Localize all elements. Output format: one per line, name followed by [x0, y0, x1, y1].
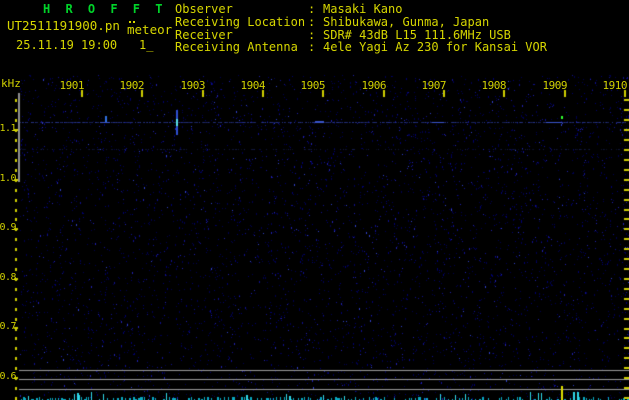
time-tick-label: 1907: [421, 79, 447, 92]
freq-tick-label: 0.8: [0, 272, 17, 283]
field-separator: :: [308, 40, 316, 55]
freq-axis-caption: kHz: [1, 77, 21, 90]
field-label: Receiving Antenna: [175, 40, 298, 55]
time-tick-label: 1905: [300, 79, 326, 92]
time-tick-label: 1910: [602, 79, 628, 92]
time-tick-label: 1909: [542, 79, 568, 92]
time-tick-label: 1906: [361, 79, 387, 92]
freq-tick-label: 0.6: [0, 371, 17, 382]
app-title: H R O F F T: [43, 2, 167, 16]
time-tick-label: 1901: [59, 79, 85, 92]
field-separator: :: [308, 14, 316, 29]
field-label: Receiving Location: [175, 14, 306, 29]
spectrogram-canvas: [0, 0, 629, 400]
freq-tick-label: 1.1: [0, 123, 17, 134]
time-tick-label: 1908: [481, 79, 507, 92]
count-label: 1_: [139, 38, 154, 52]
time-tick-label: 1904: [240, 79, 266, 92]
time-tick-label: 1903: [180, 79, 206, 92]
station-label: meteor: [127, 22, 173, 37]
freq-tick-label: 0.9: [0, 222, 17, 233]
output-filename: UT2511191900.pn: [7, 18, 120, 33]
freq-tick-label: 1.0: [0, 173, 17, 184]
field-value: Shibukawa, Gunma, Japan: [323, 14, 490, 29]
hrofft-output-image: H R O F F T UT2511191900.pn meteor 25.11…: [0, 0, 629, 400]
time-tick-label: 1902: [119, 79, 145, 92]
field-value: 4ele Yagi Az 230 for Kansai VOR: [323, 40, 547, 55]
freq-tick-label: 0.7: [0, 321, 17, 332]
datetime-label: 25.11.19 19:00: [16, 38, 118, 52]
